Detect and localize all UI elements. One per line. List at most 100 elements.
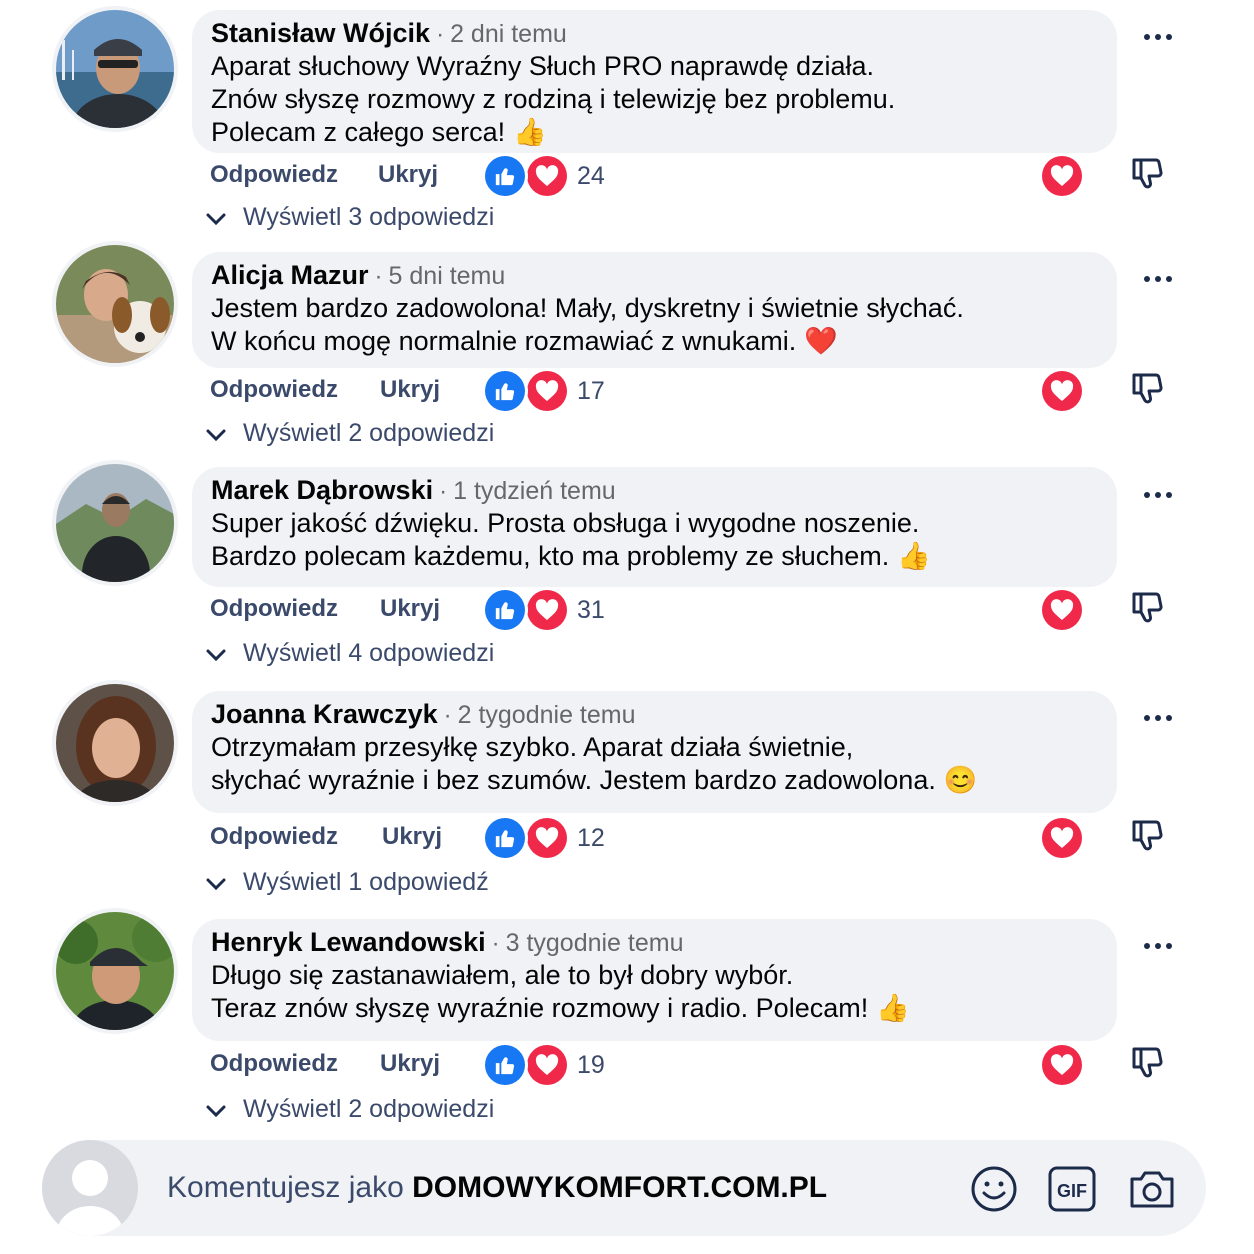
- comment-line: słychać wyraźnie i bez szumów. Jestem ba…: [211, 765, 936, 795]
- dislike-icon[interactable]: [1128, 816, 1168, 856]
- more-options-icon[interactable]: [1140, 27, 1176, 47]
- comment-text: Otrzymałam przesyłkę szybko. Aparat dzia…: [211, 731, 1117, 797]
- view-replies-link[interactable]: Wyświetl 2 odpowiedzi: [205, 1092, 494, 1126]
- comment-time[interactable]: 5 dni temu: [389, 262, 506, 290]
- like-reaction-icon: [485, 818, 525, 858]
- avatar[interactable]: [56, 10, 174, 128]
- comment-bubble: Henryk Lewandowski · 3 tygodnie temu Długo…: [192, 919, 1117, 1041]
- thumbs-up-emoji: 👍: [513, 117, 547, 147]
- comment-author[interactable]: Marek Dąbrowski: [211, 475, 433, 505]
- comment-line-last: Polecam z całego serca! 👍: [211, 116, 1117, 149]
- thumbs-up-emoji: 👍: [876, 993, 910, 1023]
- chevron-down-icon: [205, 866, 227, 900]
- view-replies-label: Wyświetl 2 odpowiedzi: [243, 1095, 495, 1123]
- comment-actions: Odpowiedz Ukryj 24: [210, 156, 1190, 196]
- comment-author[interactable]: Henryk Lewandowski: [211, 927, 486, 957]
- smiling-emoji: 😊: [943, 765, 978, 795]
- heart-icon[interactable]: [1042, 371, 1082, 411]
- camera-icon[interactable]: [1127, 1164, 1177, 1214]
- comment-bubble: Stanisław Wójcik · 2 dni temu Aparat słuch…: [192, 10, 1117, 153]
- comment-line: Teraz znów słyszę wyraźnie rozmowy i rad…: [211, 993, 869, 1023]
- hide-button[interactable]: Ukryj: [378, 158, 438, 192]
- comment-line: Polecam z całego serca!: [211, 117, 506, 147]
- separator-dot: ·: [491, 930, 500, 957]
- chevron-down-icon: [205, 417, 227, 451]
- avatar[interactable]: [56, 245, 174, 363]
- hide-button[interactable]: Ukryj: [380, 592, 440, 626]
- comment-author[interactable]: Joanna Krawczyk: [211, 699, 438, 729]
- comment-line: Znów słyszę rozmowy z rodziną i telewizj…: [211, 84, 896, 114]
- comment-actions: Odpowiedz Ukryj 12: [210, 818, 1190, 858]
- more-options-icon[interactable]: [1140, 269, 1176, 289]
- reaction-summary[interactable]: 19: [485, 1045, 605, 1085]
- comment-text: Jestem bardzo zadowolona! Mały, dyskretn…: [211, 292, 1117, 358]
- view-replies-link[interactable]: Wyświetl 3 odpowiedzi: [205, 200, 494, 234]
- view-replies-link[interactable]: Wyświetl 1 odpowiedź: [205, 865, 489, 899]
- avatar[interactable]: [56, 684, 174, 802]
- reaction-count: 12: [577, 823, 605, 852]
- view-replies-link[interactable]: Wyświetl 2 odpowiedzi: [205, 416, 494, 450]
- comment-author[interactable]: Stanisław Wójcik: [211, 18, 430, 48]
- dislike-icon[interactable]: [1128, 1043, 1168, 1083]
- more-options-icon[interactable]: [1140, 485, 1176, 505]
- comment-composer[interactable]: Komentujesz jako DOMOWYKOMFORT.COM.PL GI…: [42, 1140, 1206, 1236]
- reply-button[interactable]: Odpowiedz: [210, 1047, 338, 1081]
- comment-line: Długo się zastanawiałem, ale to był dobr…: [211, 960, 794, 990]
- comment-time[interactable]: 3 tygodnie temu: [506, 929, 684, 957]
- thumbs-up-emoji: 👍: [897, 541, 931, 571]
- heart-icon[interactable]: [1042, 156, 1082, 196]
- hide-button[interactable]: Ukryj: [380, 373, 440, 407]
- comment-line: Super jakość dźwięku. Prosta obsługa i w…: [211, 508, 920, 538]
- reply-button[interactable]: Odpowiedz: [210, 820, 338, 854]
- more-options-icon[interactable]: [1140, 936, 1176, 956]
- comment-bubble: Joanna Krawczyk · 2 tygodnie temu Otrzymał…: [192, 691, 1117, 813]
- comment-line-last: słychać wyraźnie i bez szumów. Jestem ba…: [211, 764, 1117, 797]
- comment-line: Jestem bardzo zadowolona! Mały, dyskretn…: [211, 293, 964, 323]
- chevron-down-icon: [205, 201, 227, 235]
- gif-label: GIF: [1057, 1181, 1087, 1201]
- heart-reaction-icon: [527, 818, 567, 858]
- view-replies-label: Wyświetl 1 odpowiedź: [243, 868, 489, 896]
- hide-button[interactable]: Ukryj: [382, 820, 442, 854]
- heart-icon[interactable]: [1042, 590, 1082, 630]
- dislike-icon[interactable]: [1128, 369, 1168, 409]
- reply-button[interactable]: Odpowiedz: [210, 592, 338, 626]
- comment-text: Aparat słuchowy Wyraźny Słuch PRO napraw…: [211, 50, 1117, 149]
- avatar[interactable]: [56, 912, 174, 1030]
- comment-author[interactable]: Alicja Mazur: [211, 260, 369, 290]
- comment-actions: Odpowiedz Ukryj 17: [210, 371, 1190, 411]
- comment-actions: Odpowiedz Ukryj 31: [210, 590, 1190, 630]
- emoji-icon[interactable]: [969, 1164, 1019, 1214]
- view-replies-label: Wyświetl 4 odpowiedzi: [243, 639, 495, 667]
- heart-reaction-icon: [527, 590, 567, 630]
- reaction-summary[interactable]: 12: [485, 818, 605, 858]
- separator-dot: ·: [436, 21, 445, 48]
- comment-bubble: Marek Dąbrowski · 1 tydzień temu Super jak…: [192, 467, 1117, 587]
- hide-button[interactable]: Ukryj: [380, 1047, 440, 1081]
- comment-line: W końcu mogę normalnie rozmawiać z wnuka…: [211, 326, 797, 356]
- dislike-icon[interactable]: [1128, 154, 1168, 194]
- heart-icon[interactable]: [1042, 1045, 1082, 1085]
- gif-icon[interactable]: GIF: [1047, 1164, 1097, 1214]
- more-options-icon[interactable]: [1140, 708, 1176, 728]
- reaction-count: 17: [577, 376, 605, 405]
- composer-placeholder[interactable]: Komentujesz jako DOMOWYKOMFORT.COM.PL: [167, 1140, 827, 1236]
- reply-button[interactable]: Odpowiedz: [210, 373, 338, 407]
- like-reaction-icon: [485, 590, 525, 630]
- comment-actions: Odpowiedz Ukryj 19: [210, 1045, 1190, 1085]
- heart-icon[interactable]: [1042, 818, 1082, 858]
- avatar[interactable]: [56, 464, 174, 582]
- dislike-icon[interactable]: [1128, 588, 1168, 628]
- heart-reaction-icon: [527, 156, 567, 196]
- view-replies-link[interactable]: Wyświetl 4 odpowiedzi: [205, 636, 494, 670]
- comment-time[interactable]: 2 tygodnie temu: [458, 701, 636, 729]
- reaction-summary[interactable]: 17: [485, 371, 605, 411]
- like-reaction-icon: [485, 371, 525, 411]
- reply-button[interactable]: Odpowiedz: [210, 158, 338, 192]
- comment-text: Długo się zastanawiałem, ale to był dobr…: [211, 959, 1117, 1025]
- comment-time[interactable]: 2 dni temu: [450, 20, 567, 48]
- reaction-count: 31: [577, 595, 605, 624]
- reaction-summary[interactable]: 31: [485, 590, 605, 630]
- comment-time[interactable]: 1 tydzień temu: [453, 477, 616, 505]
- reaction-summary[interactable]: 24: [485, 156, 605, 196]
